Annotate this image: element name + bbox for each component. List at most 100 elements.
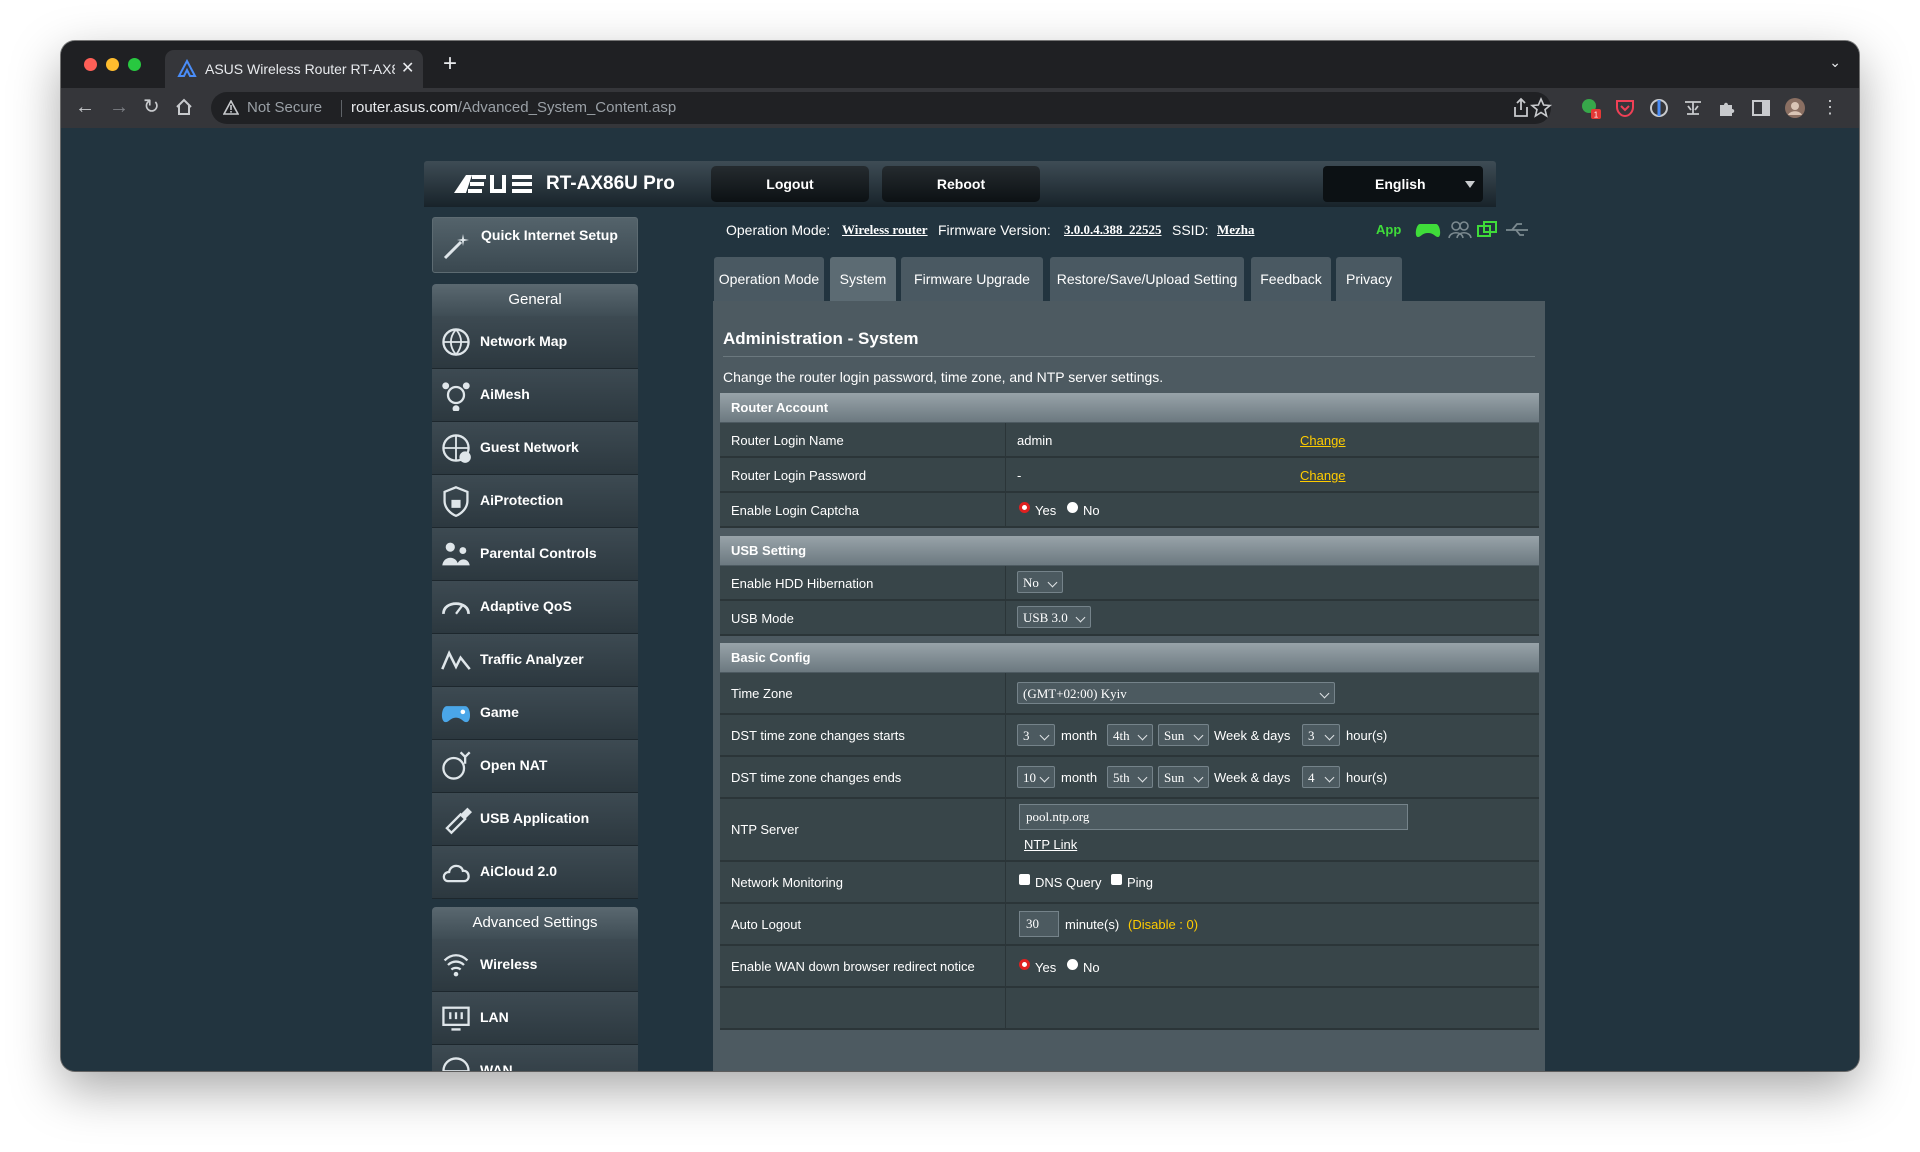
dst-end-label: DST time zone changes ends <box>731 770 902 785</box>
zoom-window-button[interactable] <box>128 58 141 71</box>
column-divider <box>1005 862 1006 902</box>
reboot-button[interactable]: Reboot <box>882 166 1040 202</box>
close-window-button[interactable] <box>84 58 97 71</box>
hdd-hibernation-select[interactable]: No <box>1017 571 1063 593</box>
sidebar-item-wireless[interactable]: Wireless <box>432 939 638 992</box>
dst-end-day-select[interactable]: Sun <box>1158 766 1209 788</box>
dst-end-hour-select[interactable]: 4 <box>1302 766 1340 788</box>
gamepad-status-icon[interactable] <box>1414 219 1442 241</box>
minimize-window-button[interactable] <box>106 58 119 71</box>
browser-tab[interactable]: ASUS Wireless Router RT-AX86U Pro ✕ <box>165 50 423 88</box>
ntp-server-input[interactable]: pool.ntp.org <box>1019 804 1408 830</box>
sidebar-item-usb-application[interactable]: USB Application <box>432 793 638 846</box>
side-panel-icon[interactable] <box>1749 96 1773 120</box>
usb-mode-select[interactable]: USB 3.0 <box>1017 606 1091 628</box>
app-link[interactable]: App <box>1376 222 1401 237</box>
sidebar-item-parental-controls[interactable]: Parental Controls <box>432 528 638 581</box>
tab-feedback[interactable]: Feedback <box>1251 257 1331 301</box>
wan-icon <box>442 1057 470 1071</box>
time-zone-select[interactable]: (GMT+02:00) Kyiv <box>1017 682 1335 704</box>
firmware-version-link[interactable]: 3.0.0.4.388_22525 <box>1064 222 1162 238</box>
sidebar-item-game[interactable]: Game <box>432 687 638 740</box>
operation-mode-link[interactable]: Wireless router <box>842 222 928 238</box>
sidebar-item-lan[interactable]: LAN <box>432 992 638 1045</box>
ssid-link[interactable]: Mezha <box>1217 222 1255 238</box>
change-login-password-link[interactable]: Change <box>1300 468 1346 483</box>
tab-system[interactable]: System <box>830 257 896 301</box>
dst-start-week-select[interactable]: 4th <box>1107 724 1153 746</box>
not-secure-label: Not Secure <box>247 99 323 116</box>
sidebar-item-label: Open NAT <box>480 757 548 773</box>
sidebar-item-adaptive-qos[interactable]: Adaptive QoS <box>432 581 638 634</box>
back-button[interactable]: ← <box>75 96 95 118</box>
sidebar-item-label: Wireless <box>480 956 538 972</box>
bookmark-star-icon[interactable] <box>1529 96 1553 120</box>
captcha-yes-radio[interactable] <box>1019 502 1030 513</box>
tab-operation-mode[interactable]: Operation Mode <box>714 257 824 301</box>
wand-icon <box>443 234 469 260</box>
sidebar-item-aiprotection[interactable]: AiProtection <box>432 475 638 528</box>
puzzle-extensions-icon[interactable] <box>1715 96 1739 120</box>
page-description: Change the router login password, time z… <box>723 369 1164 385</box>
auto-logout-input[interactable]: 30 <box>1019 911 1059 937</box>
column-divider <box>1005 988 1006 1028</box>
tab-search-chevron-icon[interactable]: ⌄ <box>1829 54 1841 71</box>
wan-notice-no-radio[interactable] <box>1067 959 1078 970</box>
tab-restore-save-upload-setting[interactable]: Restore/Save/Upload Setting <box>1050 257 1244 301</box>
dst-start-week-days-label: Week & days <box>1214 728 1291 743</box>
dst-end-month-select[interactable]: 10 <box>1017 766 1055 788</box>
wan-down-redirect-row: Enable WAN down browser redirect notice … <box>720 946 1539 988</box>
dst-start-day-select[interactable]: Sun <box>1158 724 1209 746</box>
ntp-link[interactable]: NTP Link <box>1024 837 1077 852</box>
quick-internet-setup-button[interactable]: Quick Internet Setup <box>432 217 638 273</box>
dns-query-checkbox[interactable] <box>1019 874 1030 885</box>
dst-start-row: DST time zone changes starts 3 month 4th… <box>720 715 1539 757</box>
browser-tab-strip: ASUS Wireless Router RT-AX86U Pro ✕ + ⌄ <box>61 41 1859 88</box>
dst-end-week-select[interactable]: 5th <box>1107 766 1153 788</box>
language-select[interactable]: English <box>1323 166 1483 202</box>
translate-extension-icon[interactable] <box>1681 96 1705 120</box>
home-icon[interactable] <box>175 98 193 116</box>
column-divider <box>1005 458 1006 491</box>
sidebar-item-open-nat[interactable]: Open NAT <box>432 740 638 793</box>
asus-favicon-icon <box>177 59 197 77</box>
change-login-name-link[interactable]: Change <box>1300 433 1346 448</box>
open-nat-icon <box>442 751 471 780</box>
dst-start-hour-select[interactable]: 3 <box>1302 724 1340 746</box>
sidebar-item-aimesh[interactable]: AiMesh <box>432 369 638 422</box>
sidebar-item-network-map[interactable]: Network Map <box>432 316 638 369</box>
warning-icon[interactable] <box>223 100 239 115</box>
network-status-icon[interactable] <box>1476 219 1500 241</box>
new-tab-button[interactable]: + <box>443 50 457 78</box>
profile-avatar-icon[interactable] <box>1783 96 1807 120</box>
forward-button[interactable]: → <box>109 96 129 118</box>
extension-green-icon[interactable]: 1 <box>1579 96 1603 120</box>
sidebar-item-aicloud-2-0[interactable]: AiCloud 2.0 <box>432 846 638 899</box>
clients-status-icon[interactable] <box>1448 219 1472 241</box>
browser-menu-icon[interactable]: ⋮ <box>1821 96 1839 118</box>
column-divider <box>1005 673 1006 713</box>
hdd-hibernation-row: Enable HDD Hibernation No <box>720 566 1539 601</box>
dst-end-row: DST time zone changes ends 10 month 5th … <box>720 757 1539 799</box>
svg-text:1: 1 <box>1594 111 1599 120</box>
logout-button[interactable]: Logout <box>711 166 869 202</box>
reload-button[interactable]: ↻ <box>143 96 160 118</box>
ping-checkbox[interactable] <box>1111 874 1122 885</box>
traffic-analyzer-icon <box>441 650 471 670</box>
tab-privacy[interactable]: Privacy <box>1336 257 1402 301</box>
dst-start-month-select[interactable]: 3 <box>1017 724 1055 746</box>
language-value: English <box>1375 176 1426 192</box>
dst-end-week-days-label: Week & days <box>1214 770 1291 785</box>
address-bar[interactable]: Not Secure router.asus.com/Advanced_Syst… <box>211 92 1553 124</box>
wan-notice-yes-radio[interactable] <box>1019 959 1030 970</box>
sidebar-item-label: Network Map <box>480 333 568 349</box>
sidebar-item-guest-network[interactable]: Guest Network <box>432 422 638 475</box>
tab-firmware-upgrade[interactable]: Firmware Upgrade <box>901 257 1043 301</box>
close-tab-icon[interactable]: ✕ <box>401 58 414 78</box>
pocket-icon[interactable] <box>1613 96 1637 120</box>
sidebar-item-traffic-analyzer[interactable]: Traffic Analyzer <box>432 634 638 687</box>
sidebar-item-wan[interactable]: WAN <box>432 1045 638 1071</box>
vpn-extension-icon[interactable] <box>1647 96 1671 120</box>
usb-status-icon[interactable] <box>1504 219 1530 241</box>
captcha-no-radio[interactable] <box>1067 502 1078 513</box>
